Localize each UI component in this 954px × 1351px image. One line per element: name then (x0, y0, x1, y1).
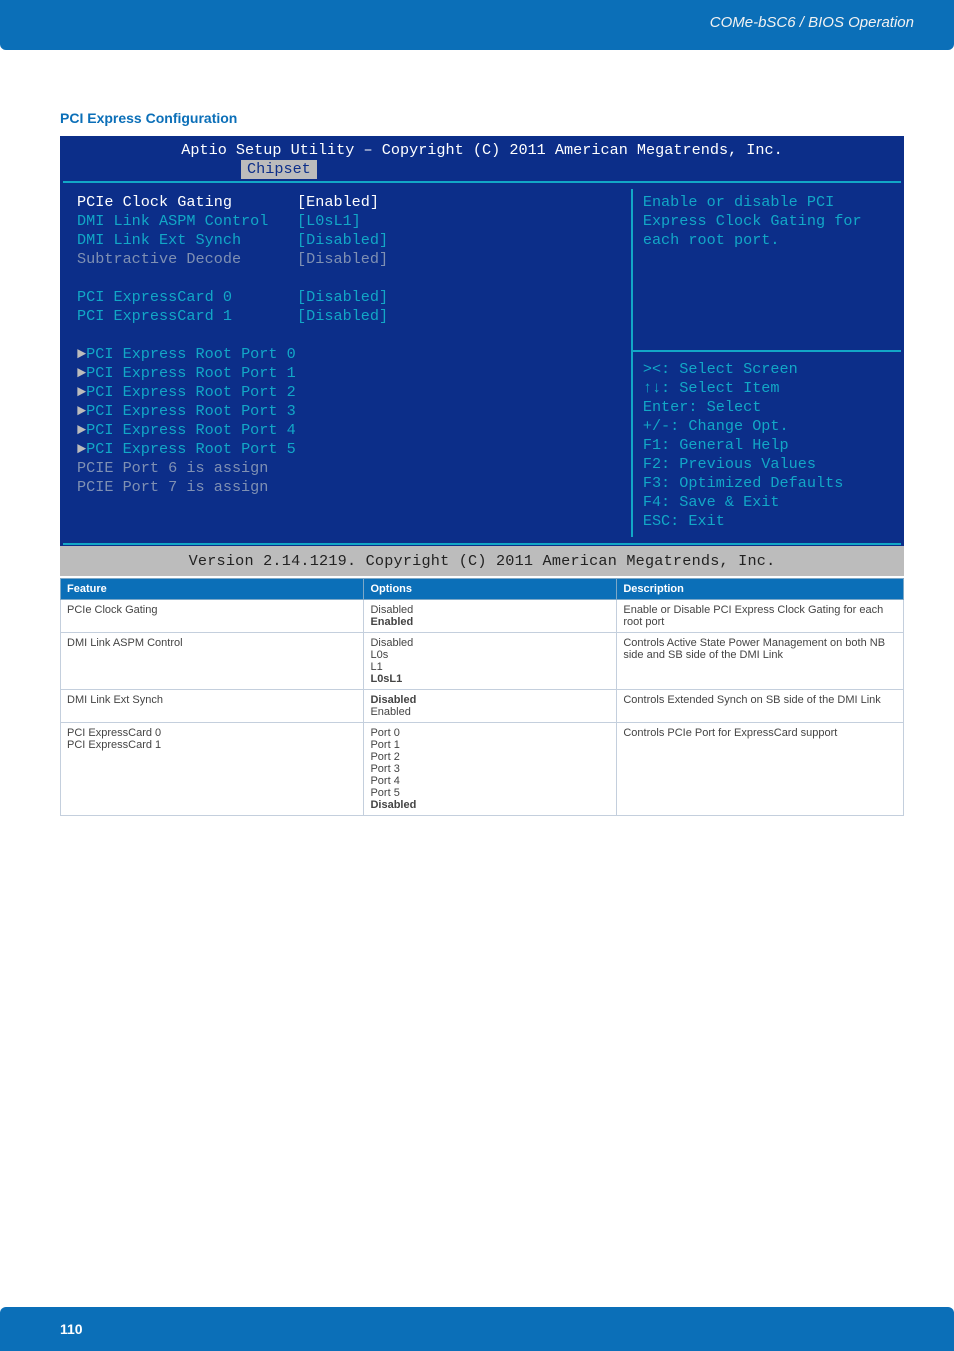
th-description: Description (617, 579, 904, 600)
bios-title: Aptio Setup Utility – Copyright (C) 2011… (61, 137, 903, 160)
table-row: PCIe Clock GatingDisabledEnabledEnable o… (61, 600, 904, 633)
bios-setting-row[interactable]: PCIe Clock Gating[Enabled] (77, 193, 617, 212)
bios-setting-value: [Disabled] (297, 231, 388, 250)
bios-submenu-row[interactable]: ► PCI Express Root Port 3 (77, 402, 617, 421)
bios-setting-value: [Enabled] (297, 193, 379, 212)
bios-legend-line: ↑↓: Select Item (643, 379, 891, 398)
bios-legend-line: ESC: Exit (643, 512, 891, 531)
option-value: Disabled (370, 604, 610, 616)
bios-help-separator (633, 350, 901, 352)
cell-feature: PCIe Clock Gating (61, 600, 364, 633)
bios-setting-label: PCIe Clock Gating (77, 193, 297, 212)
table-row: DMI Link ASPM ControlDisabledL0sL1L0sL1C… (61, 633, 904, 690)
bios-setting-value: [Disabled] (297, 288, 388, 307)
table-row: DMI Link Ext SynchDisabledEnabledControl… (61, 690, 904, 723)
bios-submenu-label: PCI Express Root Port 5 (86, 440, 296, 459)
cell-feature: PCI ExpressCard 0 PCI ExpressCard 1 (61, 723, 364, 816)
option-value: L1 (370, 661, 610, 673)
bios-submenu-row[interactable]: ► PCI Express Root Port 1 (77, 364, 617, 383)
breadcrumb: COMe-bSC6 / BIOS Operation (710, 14, 914, 31)
bios-disabled-row: PCIE Port 6 is assign (77, 459, 617, 478)
bios-active-tab[interactable]: Chipset (241, 160, 317, 179)
cell-options: DisabledL0sL1L0sL1 (364, 633, 617, 690)
bios-screenshot: Aptio Setup Utility – Copyright (C) 2011… (60, 136, 904, 546)
bios-submenu-label: PCI Express Root Port 0 (86, 345, 296, 364)
bios-setting-label: PCI ExpressCard 1 (77, 307, 297, 326)
submenu-marker-icon: ► (77, 402, 86, 421)
cell-description: Enable or Disable PCI Express Clock Gati… (617, 600, 904, 633)
th-options: Options (364, 579, 617, 600)
bios-disabled-row: PCIE Port 7 is assign (77, 478, 617, 497)
option-value: Disabled (370, 694, 610, 706)
bios-submenu-row[interactable]: ► PCI Express Root Port 5 (77, 440, 617, 459)
bios-options-panel: PCIe Clock Gating[Enabled]DMI Link ASPM … (63, 189, 633, 537)
bios-setting-label: PCI ExpressCard 0 (77, 288, 297, 307)
bios-setting-value: [L0sL1] (297, 212, 361, 231)
option-value: L0s (370, 649, 610, 661)
cell-description: Controls Active State Power Management o… (617, 633, 904, 690)
bios-version-footer: Version 2.14.1219. Copyright (C) 2011 Am… (60, 546, 904, 576)
bios-setting-row[interactable]: Subtractive Decode[Disabled] (77, 250, 617, 269)
bios-legend-line: F1: General Help (643, 436, 891, 455)
bios-submenu-label: PCI Express Root Port 4 (86, 421, 296, 440)
option-value: Enabled (370, 706, 610, 718)
page-number: 110 (50, 1317, 93, 1341)
bios-submenu-row[interactable]: ► PCI Express Root Port 2 (77, 383, 617, 402)
submenu-marker-icon: ► (77, 383, 86, 402)
bios-submenu-label: PCI Express Root Port 1 (86, 364, 296, 383)
page-footer: 110 (0, 1307, 954, 1351)
option-value: Port 1 (370, 739, 610, 751)
th-feature: Feature (61, 579, 364, 600)
section-title: PCI Express Configuration (60, 110, 904, 126)
bios-legend-line: +/-: Change Opt. (643, 417, 891, 436)
bios-help-panel: Enable or disable PCI Express Clock Gati… (633, 189, 901, 537)
cell-options: DisabledEnabled (364, 690, 617, 723)
submenu-marker-icon: ► (77, 440, 86, 459)
bios-setting-value: [Disabled] (297, 250, 388, 269)
cell-description: Controls PCIe Port for ExpressCard suppo… (617, 723, 904, 816)
bios-setting-value: [Disabled] (297, 307, 388, 326)
bios-setting-row[interactable]: DMI Link Ext Synch[Disabled] (77, 231, 617, 250)
options-table: Feature Options Description PCIe Clock G… (60, 578, 904, 816)
option-value: Port 3 (370, 763, 610, 775)
bios-setting-label: DMI Link Ext Synch (77, 231, 297, 250)
bios-setting-row[interactable]: DMI Link ASPM Control[L0sL1] (77, 212, 617, 231)
bios-legend-line: F2: Previous Values (643, 455, 891, 474)
page-content: PCI Express Configuration Aptio Setup Ut… (0, 50, 954, 1307)
option-value: Disabled (370, 799, 610, 811)
option-value: Disabled (370, 637, 610, 649)
option-value: Port 5 (370, 787, 610, 799)
option-value: Port 4 (370, 775, 610, 787)
table-row: PCI ExpressCard 0 PCI ExpressCard 1Port … (61, 723, 904, 816)
bios-setting-row[interactable]: PCI ExpressCard 1[Disabled] (77, 307, 617, 326)
page-header-bar: COMe-bSC6 / BIOS Operation (0, 0, 954, 50)
bios-submenu-label: PCI Express Root Port 2 (86, 383, 296, 402)
cell-options: Port 0Port 1Port 2Port 3Port 4Port 5Disa… (364, 723, 617, 816)
option-value: Port 0 (370, 727, 610, 739)
cell-description: Controls Extended Synch on SB side of th… (617, 690, 904, 723)
cell-feature: DMI Link Ext Synch (61, 690, 364, 723)
bios-legend-line: F4: Save & Exit (643, 493, 891, 512)
bios-setting-row[interactable]: PCI ExpressCard 0[Disabled] (77, 288, 617, 307)
bios-legend-line: F3: Optimized Defaults (643, 474, 891, 493)
option-value: Port 2 (370, 751, 610, 763)
bios-legend-line: Enter: Select (643, 398, 891, 417)
option-value: Enabled (370, 616, 610, 628)
option-value: L0sL1 (370, 673, 610, 685)
bios-key-legend: ><: Select Screen↑↓: Select ItemEnter: S… (643, 360, 891, 531)
submenu-marker-icon: ► (77, 345, 86, 364)
cell-options: DisabledEnabled (364, 600, 617, 633)
bios-setting-label: DMI Link ASPM Control (77, 212, 297, 231)
cell-feature: DMI Link ASPM Control (61, 633, 364, 690)
bios-legend-line: ><: Select Screen (643, 360, 891, 379)
bios-submenu-row[interactable]: ► PCI Express Root Port 0 (77, 345, 617, 364)
bios-tab-row: Chipset (61, 160, 903, 181)
bios-submenu-label: PCI Express Root Port 3 (86, 402, 296, 421)
bios-submenu-row[interactable]: ► PCI Express Root Port 4 (77, 421, 617, 440)
submenu-marker-icon: ► (77, 421, 86, 440)
submenu-marker-icon: ► (77, 364, 86, 383)
bios-separator-bottom (63, 543, 901, 545)
bios-setting-label: Subtractive Decode (77, 250, 297, 269)
bios-help-text: Enable or disable PCI Express Clock Gati… (643, 193, 891, 250)
